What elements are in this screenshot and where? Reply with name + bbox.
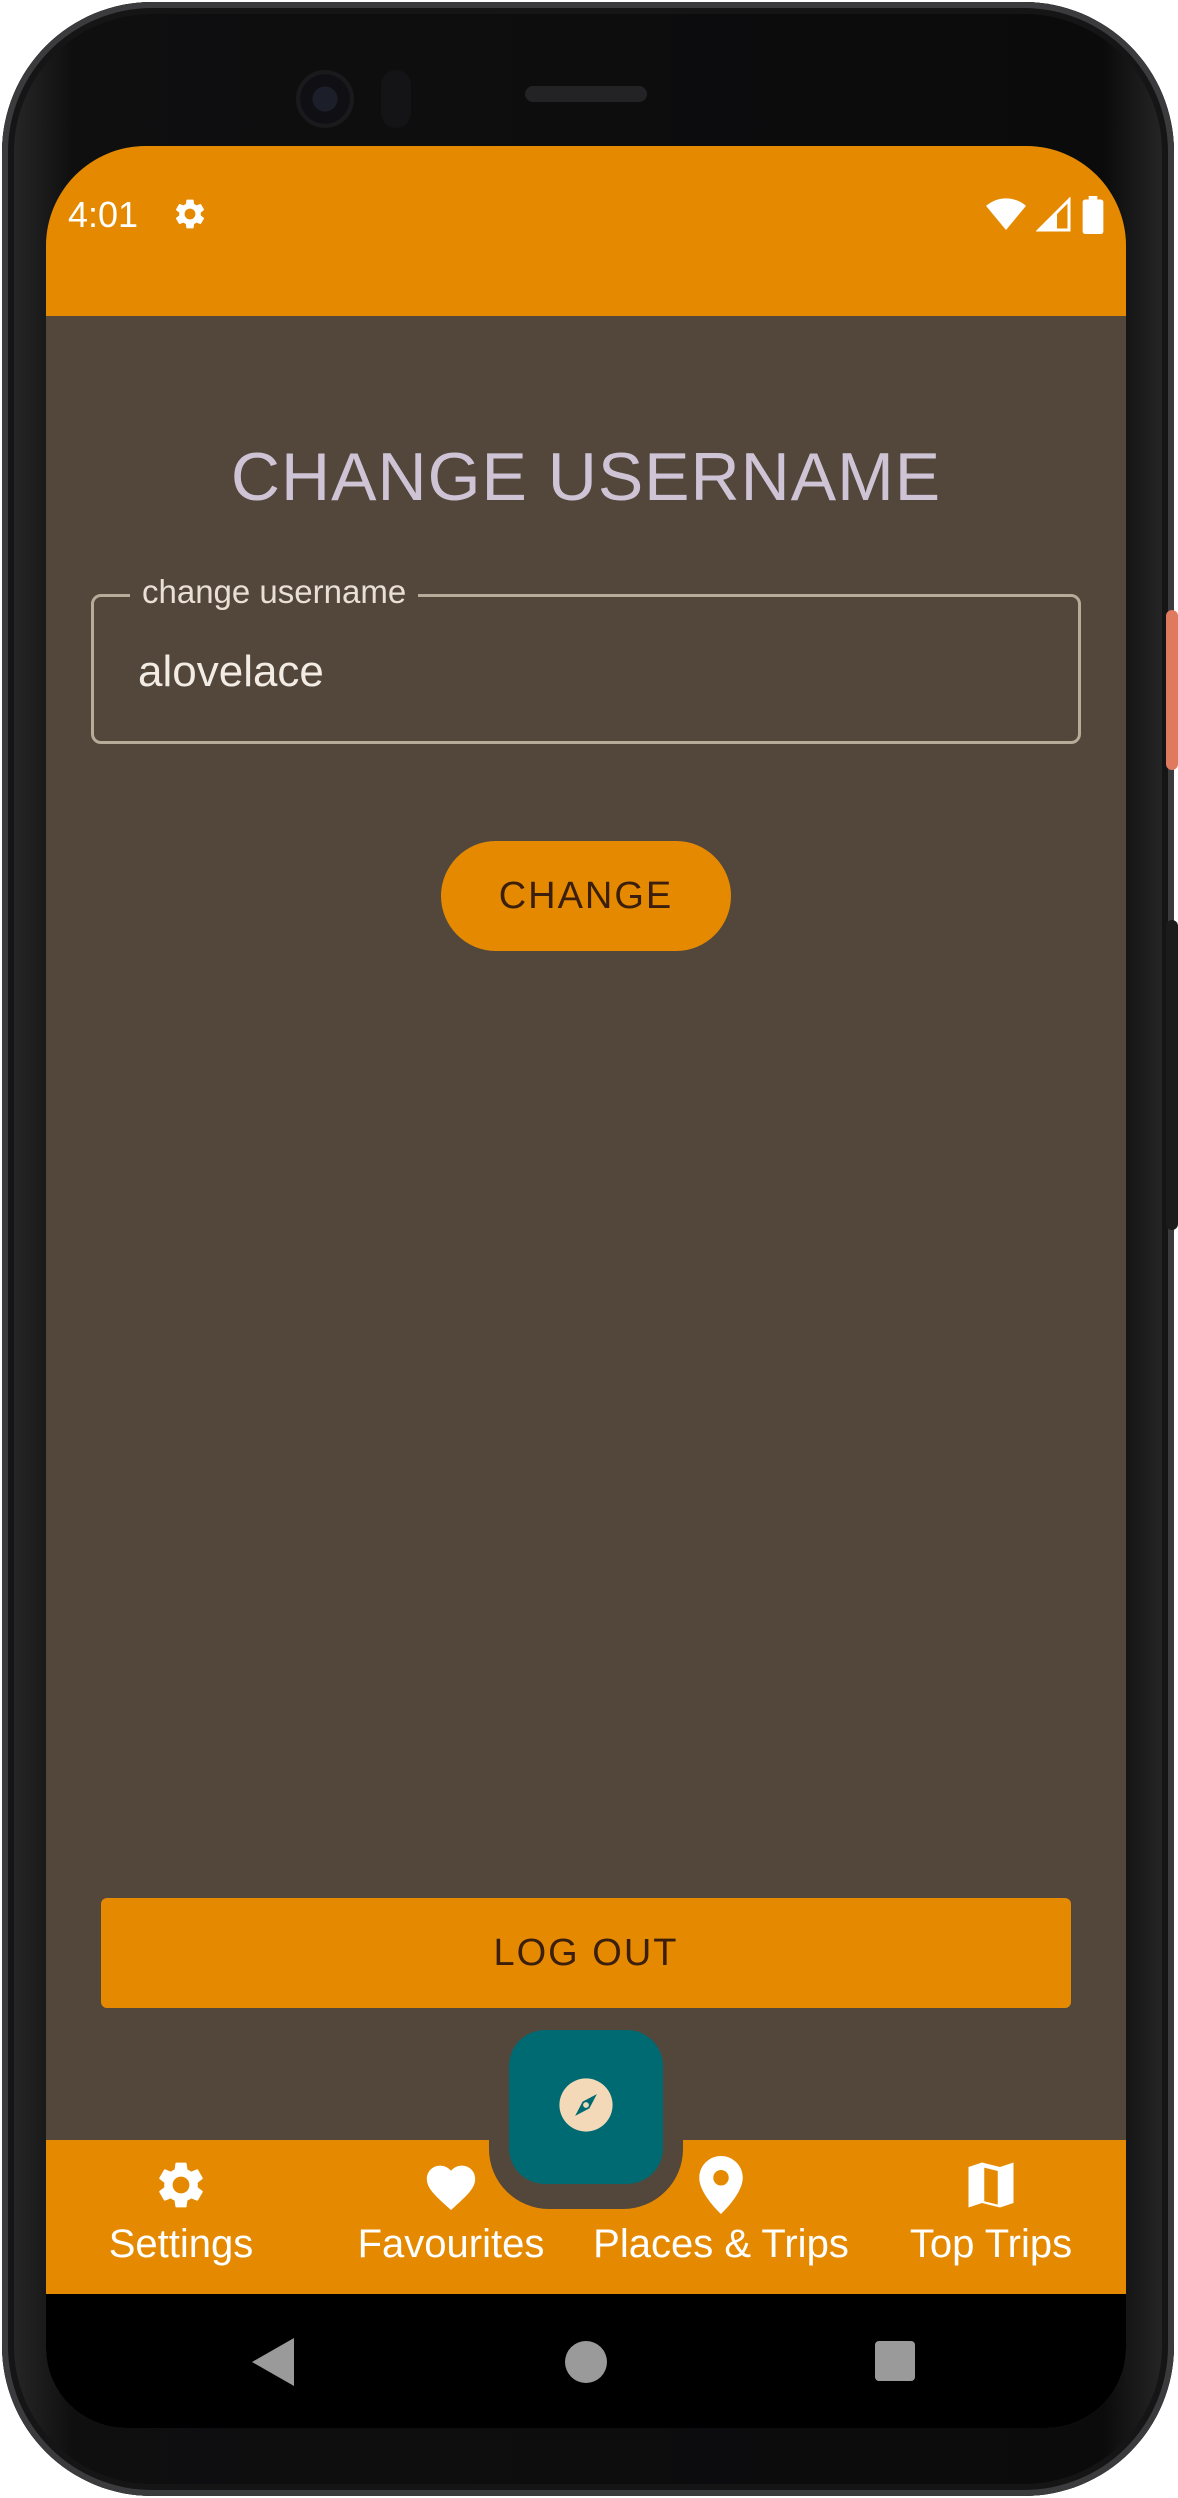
recents-icon[interactable] <box>875 2341 915 2381</box>
logout-button[interactable]: LOG OUT <box>101 1898 1071 2008</box>
nav-item-places-trips[interactable]: Places & Trips <box>586 2156 856 2276</box>
heart-icon <box>422 2156 480 2214</box>
nav-item-top-trips[interactable]: Top Trips <box>856 2156 1126 2276</box>
status-time: 4:01 <box>68 194 139 235</box>
nav-label-settings: Settings <box>108 2222 254 2266</box>
front-camera <box>296 70 354 128</box>
system-navigation-bar <box>46 2294 1126 2428</box>
nav-label-top-trips: Top Trips <box>909 2222 1073 2266</box>
location-pin-icon <box>699 2156 743 2214</box>
battery-icon <box>1082 196 1104 239</box>
username-field[interactable]: change username alovelace <box>91 573 1081 744</box>
page-title: CHANGE USERNAME <box>230 439 942 515</box>
wifi-icon <box>986 197 1026 238</box>
change-button[interactable]: CHANGE <box>441 841 731 951</box>
nav-item-settings[interactable]: Settings <box>46 2156 316 2276</box>
status-bar: 4:01 <box>46 146 1126 316</box>
username-input[interactable]: alovelace <box>138 647 324 697</box>
power-button <box>1166 610 1178 770</box>
app-screen: 4:01 CHANGE USERNAME change username alo… <box>46 146 1126 2428</box>
map-icon <box>964 2156 1018 2214</box>
signal-icon <box>1035 196 1072 238</box>
volume-button <box>1166 920 1178 1230</box>
home-icon[interactable] <box>565 2341 607 2383</box>
nav-item-favourites[interactable]: Favourites <box>316 2156 586 2276</box>
back-icon[interactable] <box>252 2338 294 2391</box>
proximity-sensor <box>381 70 411 128</box>
earpiece-speaker <box>525 86 647 102</box>
status-icons <box>986 196 1104 239</box>
nav-label-places-trips: Places & Trips <box>593 2222 849 2266</box>
nav-label-favourites: Favourites <box>357 2222 545 2266</box>
compass-icon <box>557 2076 615 2139</box>
username-field-label: change username <box>130 573 419 611</box>
gear-icon <box>153 2156 209 2214</box>
gear-icon <box>172 196 208 237</box>
